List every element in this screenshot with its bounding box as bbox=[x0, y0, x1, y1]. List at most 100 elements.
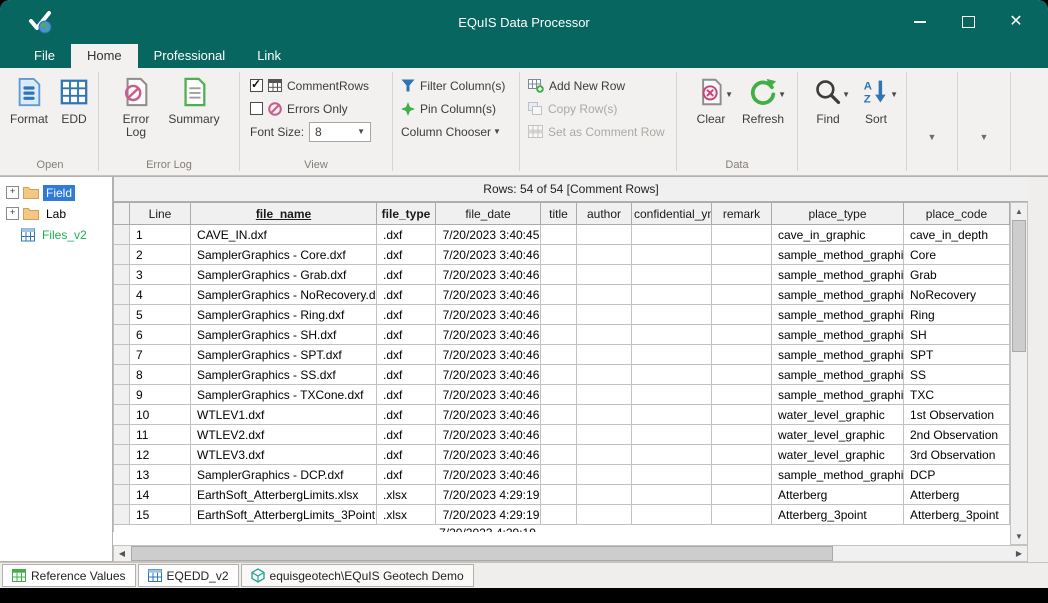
grid-cell[interactable]: .dxf bbox=[377, 385, 436, 405]
grid-cell[interactable] bbox=[712, 385, 772, 405]
grid-cell[interactable]: .dxf bbox=[377, 405, 436, 425]
grid-cell[interactable]: Atterberg_3point bbox=[904, 505, 1010, 525]
grid-cell[interactable]: 7/20/2023 3:40:46 bbox=[436, 405, 541, 425]
grid-cell[interactable] bbox=[712, 245, 772, 265]
grid-cell[interactable]: 3rd Observation bbox=[904, 445, 1010, 465]
grid-cell[interactable]: 4 bbox=[130, 285, 191, 305]
grid-cell[interactable]: 7/20/2023 3:40:46 bbox=[436, 285, 541, 305]
grid-cell[interactable]: .xlsx bbox=[377, 485, 436, 505]
chevron-down-icon[interactable]: ▼ bbox=[890, 90, 898, 99]
grid-cell[interactable]: 15 bbox=[130, 505, 191, 525]
scroll-right-arrow-icon[interactable]: ▶ bbox=[1011, 549, 1027, 558]
grid-cell[interactable]: sample_method_graphic bbox=[772, 385, 904, 405]
column-header-place-type[interactable]: place_type bbox=[772, 203, 904, 225]
pin-columns-button[interactable]: Pin Column(s) bbox=[401, 97, 496, 120]
minimize-button[interactable] bbox=[896, 0, 944, 44]
filter-columns-button[interactable]: Filter Column(s) bbox=[401, 74, 505, 97]
column-header-remark[interactable]: remark bbox=[712, 203, 772, 225]
vertical-scroll-thumb[interactable] bbox=[1012, 220, 1026, 352]
close-button[interactable]: ✕ bbox=[992, 0, 1040, 44]
grid-cell[interactable]: 7/20/2023 3:40:46 bbox=[436, 465, 541, 485]
grid-cell[interactable] bbox=[577, 345, 632, 365]
grid-cell[interactable]: 7/20/2023 3:40:46 bbox=[436, 245, 541, 265]
grid-cell[interactable]: sample_method_graphic bbox=[772, 285, 904, 305]
grid-cell[interactable]: water_level_graphic bbox=[772, 445, 904, 465]
grid-cell[interactable]: SamplerGraphics - Grab.dxf bbox=[191, 265, 377, 285]
row-indicator[interactable] bbox=[114, 305, 130, 325]
tree-item-field[interactable]: + Field bbox=[0, 182, 112, 203]
grid-cell[interactable]: WTLEV3.dxf bbox=[191, 445, 377, 465]
row-indicator[interactable] bbox=[114, 225, 130, 245]
grid-cell[interactable]: SS bbox=[904, 365, 1010, 385]
grid-cell[interactable]: 14 bbox=[130, 485, 191, 505]
grid-cell[interactable]: SamplerGraphics - Core.dxf bbox=[191, 245, 377, 265]
grid-cell[interactable]: 7/20/2023 3:40:46 bbox=[436, 425, 541, 445]
grid-cell[interactable]: cave_in_depth bbox=[904, 225, 1010, 245]
grid-cell[interactable] bbox=[712, 345, 772, 365]
grid-cell[interactable] bbox=[541, 505, 577, 525]
grid-cell[interactable] bbox=[632, 245, 712, 265]
grid-cell[interactable] bbox=[577, 425, 632, 445]
row-indicator[interactable] bbox=[114, 265, 130, 285]
row-indicator[interactable] bbox=[114, 425, 130, 445]
grid-cell[interactable]: .dxf bbox=[377, 245, 436, 265]
grid-cell[interactable]: sample_method_graphic bbox=[772, 325, 904, 345]
scroll-up-arrow-icon[interactable]: ▲ bbox=[1011, 203, 1027, 219]
grid-cell[interactable]: CAVE_IN.dxf bbox=[191, 225, 377, 245]
grid-cell[interactable] bbox=[577, 325, 632, 345]
grid-cell[interactable]: Atterberg bbox=[904, 485, 1010, 505]
column-header-title[interactable]: title bbox=[541, 203, 577, 225]
grid-cell[interactable] bbox=[632, 465, 712, 485]
grid-cell[interactable]: 5 bbox=[130, 305, 191, 325]
grid-cell[interactable] bbox=[541, 405, 577, 425]
row-indicator[interactable] bbox=[114, 245, 130, 265]
grid-cell[interactable] bbox=[632, 285, 712, 305]
grid-cell[interactable]: 6 bbox=[130, 325, 191, 345]
tab-link[interactable]: Link bbox=[241, 44, 297, 68]
grid-cell[interactable]: sample_method_graphic bbox=[772, 365, 904, 385]
grid-cell[interactable]: 11 bbox=[130, 425, 191, 445]
column-header-file-date[interactable]: file_date bbox=[436, 203, 541, 225]
grid-cell[interactable]: SamplerGraphics - TXCone.dxf bbox=[191, 385, 377, 405]
grid-cell[interactable]: SamplerGraphics - SPT.dxf bbox=[191, 345, 377, 365]
grid-cell[interactable]: .dxf bbox=[377, 325, 436, 345]
grid-cell[interactable] bbox=[577, 405, 632, 425]
grid-cell[interactable] bbox=[541, 365, 577, 385]
grid-cell[interactable]: 7/20/2023 3:40:46 bbox=[436, 445, 541, 465]
column-header-author[interactable]: author bbox=[577, 203, 632, 225]
grid-cell[interactable]: 3 bbox=[130, 265, 191, 285]
sort-button[interactable]: AZ ▼ Sort bbox=[853, 74, 899, 126]
grid-cell[interactable]: 8 bbox=[130, 365, 191, 385]
tab-file[interactable]: File bbox=[18, 44, 71, 68]
expand-icon[interactable]: + bbox=[6, 186, 19, 199]
maximize-button[interactable] bbox=[944, 0, 992, 44]
grid-cell[interactable]: .dxf bbox=[377, 465, 436, 485]
row-indicator[interactable] bbox=[114, 485, 130, 505]
grid-cell[interactable] bbox=[712, 225, 772, 245]
column-header-line[interactable]: Line bbox=[130, 203, 191, 225]
add-new-row-button[interactable]: Add New Row bbox=[528, 74, 625, 97]
grid-cell[interactable] bbox=[577, 465, 632, 485]
tab-home[interactable]: Home bbox=[71, 44, 138, 68]
grid-cell[interactable] bbox=[632, 385, 712, 405]
chevron-down-icon[interactable]: ▼ bbox=[778, 90, 786, 99]
grid-cell[interactable]: EarthSoft_AtterbergLimits_3Point.xl bbox=[191, 505, 377, 525]
grid-cell[interactable] bbox=[712, 305, 772, 325]
copy-rows-button[interactable]: Copy Row(s) bbox=[528, 97, 617, 120]
row-indicator[interactable] bbox=[114, 445, 130, 465]
grid-cell[interactable]: 7 bbox=[130, 345, 191, 365]
grid-cell[interactable] bbox=[541, 305, 577, 325]
grid-cell[interactable] bbox=[541, 285, 577, 305]
grid-cell[interactable]: WTLEV1.dxf bbox=[191, 405, 377, 425]
grid-cell[interactable]: 7/20/2023 3:40:46 bbox=[436, 385, 541, 405]
grid-cell[interactable]: 1 bbox=[130, 225, 191, 245]
grid-cell[interactable] bbox=[541, 485, 577, 505]
grid-cell[interactable]: 7/20/2023 3:40:46 bbox=[436, 365, 541, 385]
format-button[interactable]: Format bbox=[6, 74, 52, 126]
chevron-down-icon[interactable]: ▼ bbox=[928, 132, 937, 142]
grid-cell[interactable]: 12 bbox=[130, 445, 191, 465]
grid-cell[interactable] bbox=[541, 245, 577, 265]
expand-icon[interactable]: + bbox=[6, 207, 19, 220]
grid-cell[interactable] bbox=[632, 345, 712, 365]
set-comment-row-button[interactable]: Set as Comment Row bbox=[528, 120, 665, 143]
